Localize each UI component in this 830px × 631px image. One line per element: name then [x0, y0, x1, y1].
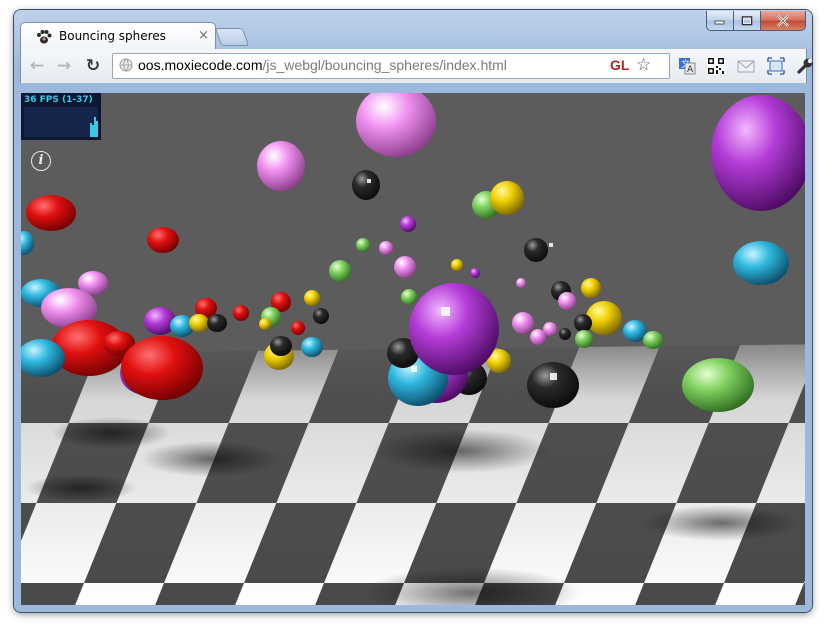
bouncing-spheres-scene	[21, 93, 805, 605]
tab-close-button[interactable]: ×	[198, 28, 209, 43]
wrench-icon[interactable]	[796, 57, 814, 75]
translate-icon[interactable]: 文 A	[678, 57, 696, 75]
paw-icon	[37, 30, 52, 44]
reload-icon: ↻	[85, 56, 101, 76]
webgl-canvas[interactable]: 36 FPS (1-37) i	[21, 93, 805, 605]
minimize-icon	[714, 20, 725, 24]
back-button[interactable]: ←	[26, 56, 48, 76]
back-icon: ←	[29, 56, 45, 76]
tab-title: Bouncing spheres	[59, 29, 166, 43]
tab-bouncing-spheres[interactable]: Bouncing spheres ×	[20, 22, 216, 50]
info-icon[interactable]: i	[31, 151, 51, 171]
fps-counter: 36 FPS (1-37)	[24, 95, 93, 105]
maximize-button[interactable]	[734, 11, 761, 31]
url-text: oos.moxiecode.com/js_webgl/bouncing_sphe…	[138, 57, 507, 73]
close-button[interactable]	[761, 11, 806, 31]
fps-graph	[24, 107, 98, 137]
bookmark-star-icon[interactable]: ☆	[636, 55, 651, 75]
minimize-button[interactable]	[706, 11, 734, 31]
close-icon	[777, 14, 789, 27]
globe-icon	[119, 58, 133, 72]
address-bar[interactable]: oos.moxiecode.com/js_webgl/bouncing_sphe…	[112, 53, 670, 79]
fullscreen-icon[interactable]	[767, 57, 785, 75]
webgl-badge[interactable]: GL	[610, 57, 629, 73]
forward-icon: →	[56, 56, 72, 76]
svg-text:A: A	[687, 65, 694, 75]
window-controls	[706, 11, 806, 31]
qr-code-icon[interactable]	[707, 57, 725, 75]
maximize-icon	[741, 15, 753, 25]
fps-stats-panel[interactable]: 36 FPS (1-37)	[21, 93, 101, 140]
url-path: /js_webgl/bouncing_spheres/index.html	[262, 57, 507, 73]
reload-button[interactable]: ↻	[82, 56, 104, 76]
toolbar: ← → ↻ oos.moxiecode.com/js_webgl/bouncin…	[20, 49, 813, 83]
forward-button[interactable]: →	[53, 56, 75, 76]
url-host: oos.moxiecode.com	[138, 57, 263, 73]
fps-graph-bars	[90, 117, 98, 137]
mail-icon[interactable]	[737, 57, 755, 75]
